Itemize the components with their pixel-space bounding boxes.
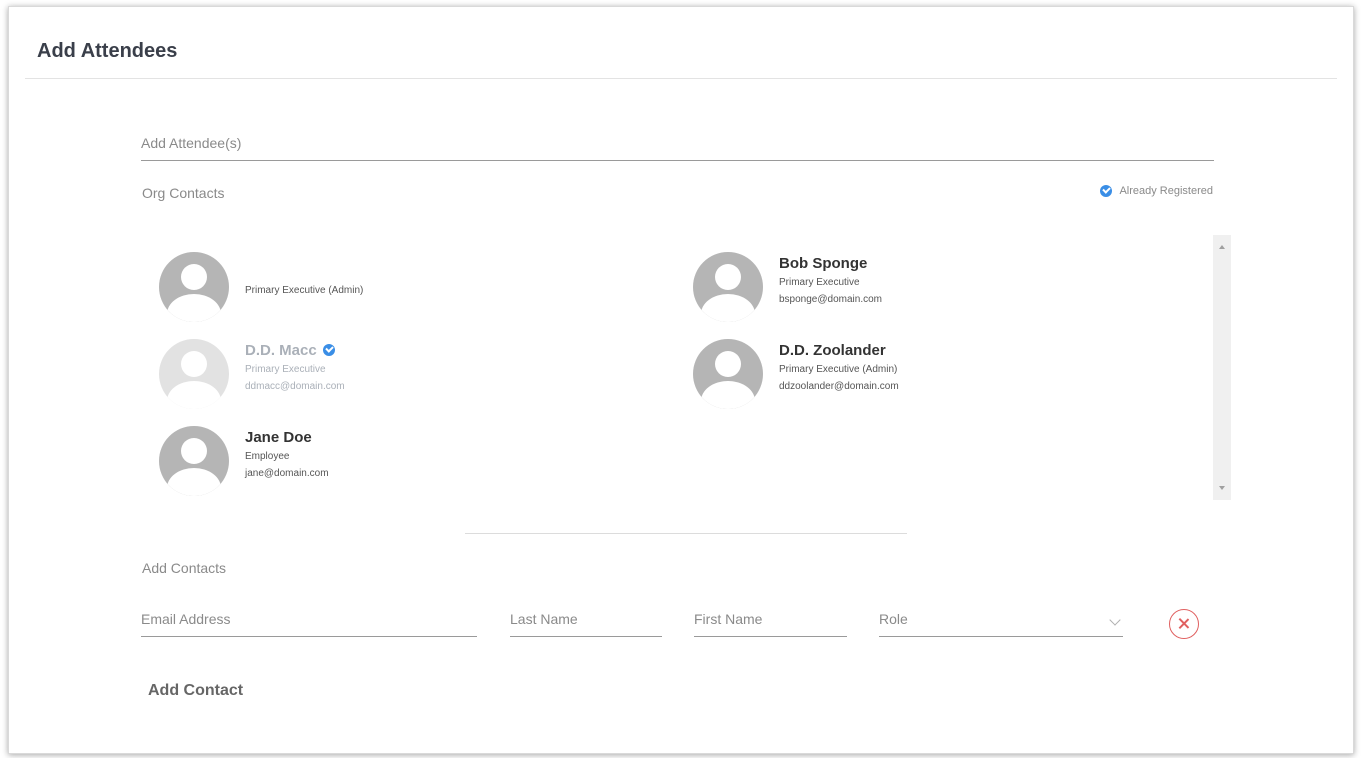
remove-contact-row-button[interactable]	[1169, 609, 1199, 639]
last-name-field[interactable]: Last Name	[510, 603, 662, 637]
contact-email: ddmacc@domain.com	[245, 381, 345, 392]
avatar-icon	[693, 252, 763, 322]
contact-name-row: D.D. Macc	[245, 340, 345, 360]
contact-card[interactable]: Bob Sponge Primary Executive bsponge@dom…	[683, 235, 1103, 322]
dialog-header: Add Attendees	[25, 7, 1337, 79]
add-attendees-dialog: Add Attendees Add Attendee(s) Org Contac…	[8, 6, 1354, 754]
attendee-search-placeholder: Add Attendee(s)	[141, 135, 242, 151]
scroll-down-icon[interactable]	[1219, 486, 1225, 490]
contacts-scrollbar[interactable]	[1213, 235, 1231, 500]
contact-role: Primary Executive (Admin)	[779, 364, 898, 375]
contact-role: Primary Executive (Admin)	[245, 285, 364, 296]
page-title: Add Attendees	[37, 40, 178, 62]
contact-role: Employee	[245, 451, 290, 462]
contact-email: bsponge@domain.com	[779, 294, 882, 305]
attendee-search-input[interactable]: Add Attendee(s)	[141, 119, 1214, 161]
contact-name: D.D. Zoolander	[779, 341, 886, 359]
contact-role: Primary Executive	[245, 364, 326, 375]
legend-label: Already Registered	[1119, 185, 1213, 197]
contact-email: ddzoolander@domain.com	[779, 381, 899, 392]
last-name-placeholder: Last Name	[510, 611, 578, 627]
contact-card[interactable]: Jane Doe Employee jane@domain.com	[149, 409, 569, 496]
scroll-up-icon[interactable]	[1219, 245, 1225, 249]
contact-name: Jane Doe	[245, 428, 312, 446]
contact-card[interactable]: D.D. Zoolander Primary Executive (Admin)…	[683, 322, 1103, 409]
avatar-icon	[159, 339, 229, 409]
first-name-placeholder: First Name	[694, 611, 763, 627]
already-registered-legend: Already Registered	[1100, 185, 1213, 197]
section-divider	[465, 533, 907, 534]
contact-name: D.D. Macc	[245, 341, 317, 359]
role-select[interactable]: Role	[879, 603, 1123, 637]
contact-card[interactable]: Primary Executive (Admin)	[149, 235, 569, 322]
first-name-field[interactable]: First Name	[694, 603, 847, 637]
add-contacts-label: Add Contacts	[142, 560, 227, 576]
verified-check-icon	[1100, 185, 1113, 197]
contact-card[interactable]: D.D. Macc Primary Executive ddmacc@domai…	[149, 322, 569, 409]
chevron-down-icon	[1109, 614, 1121, 626]
org-contacts-label: Org Contacts	[142, 185, 225, 201]
contact-name	[245, 261, 363, 281]
add-contact-button[interactable]: Add Contact	[148, 682, 243, 700]
contact-name: Bob Sponge	[779, 254, 868, 272]
avatar-icon	[693, 339, 763, 409]
contact-email	[245, 302, 363, 315]
avatar-icon	[159, 426, 229, 496]
email-field[interactable]: Email Address	[141, 603, 477, 637]
contact-email: jane@domain.com	[245, 468, 329, 479]
verified-check-icon	[322, 344, 335, 356]
email-placeholder: Email Address	[141, 611, 231, 627]
role-placeholder: Role	[879, 611, 908, 627]
contact-role: Primary Executive	[779, 277, 860, 288]
org-contacts-list: Primary Executive (Admin) Bob Sponge Pri…	[149, 235, 1231, 500]
avatar-icon	[159, 252, 229, 322]
